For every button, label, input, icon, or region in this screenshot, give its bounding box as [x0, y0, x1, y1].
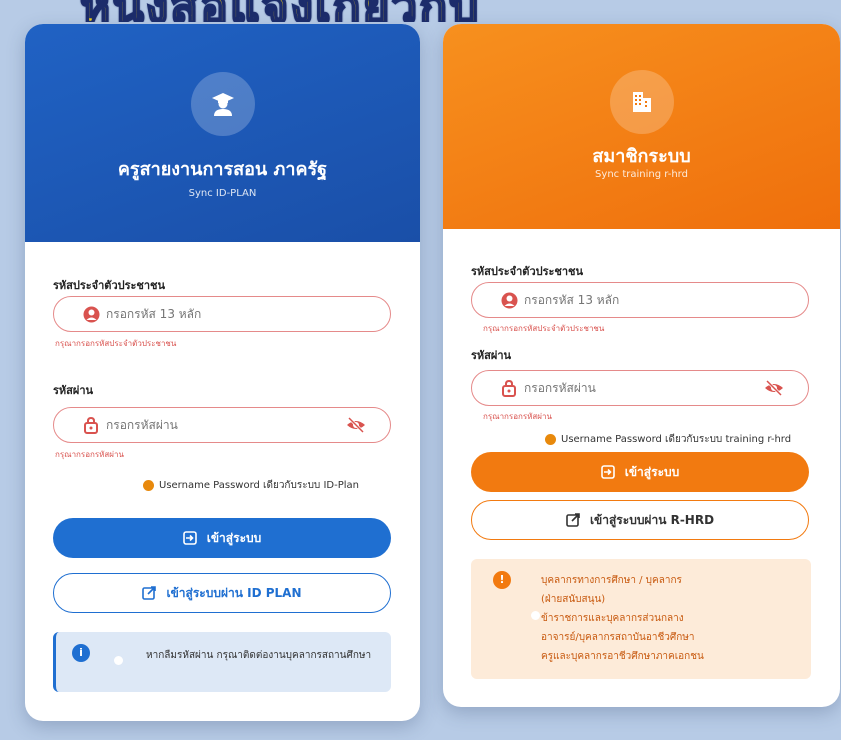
- info-note: Username Password เดียวกับระบบ ID-Plan: [143, 478, 359, 493]
- id-input[interactable]: [524, 293, 724, 307]
- bullet-dot: [531, 611, 540, 620]
- password-label: รหัสผ่าน: [471, 349, 512, 362]
- id-input[interactable]: [106, 307, 306, 321]
- login-id-plan-button[interactable]: เข้าสู่ระบบผ่าน ID PLAN: [53, 573, 391, 613]
- banner-text: หนังสือแจ้งเกี่ยวกับ: [79, 0, 480, 22]
- top-banner: หนังสือแจ้งเกี่ยวกับ: [0, 0, 841, 22]
- info-dot-icon: [143, 480, 154, 491]
- password-error: กรุณากรอกรหัสผ่าน: [483, 412, 552, 421]
- info-line: (ฝ่ายสนับสนุน): [541, 594, 606, 605]
- card-subtitle: Sync ID-PLAN: [188, 188, 257, 199]
- sign-in-icon: [600, 465, 615, 479]
- lock-icon: [82, 416, 100, 434]
- eye-slash-icon[interactable]: [346, 416, 366, 437]
- note-text: Username Password เดียวกับระบบ training …: [561, 434, 792, 445]
- bullet-dot: [114, 656, 123, 665]
- password-field[interactable]: [471, 370, 809, 406]
- info-text: บุคลากรทางการศึกษา / บุคลากร (ฝ่ายสนับสน…: [541, 571, 801, 666]
- info-line: อาจารย์/บุคลากรสถาบันอาชีวศึกษา: [541, 632, 695, 643]
- password-label: รหัสผ่าน: [53, 384, 94, 397]
- password-field[interactable]: [53, 407, 391, 443]
- graduate-user-icon: [190, 72, 255, 136]
- card-title: สมาชิกระบบ: [592, 146, 691, 167]
- user-circle-icon: [500, 291, 518, 309]
- card-subtitle: Sync training r-hrd: [595, 169, 688, 180]
- login-button-label: เข้าสู่ระบบ: [624, 464, 680, 479]
- info-box: ! บุคลากรทางการศึกษา / บุคลากร (ฝ่ายสนับ…: [471, 559, 811, 679]
- password-input[interactable]: [106, 418, 306, 432]
- id-label: รหัสประจำตัวประชาชน: [53, 279, 166, 292]
- info-note: Username Password เดียวกับระบบ training …: [545, 432, 791, 447]
- login-button[interactable]: เข้าสู่ระบบ: [471, 452, 809, 492]
- id-label: รหัสประจำตัวประชาชน: [471, 265, 584, 278]
- user-circle-icon: [82, 305, 100, 323]
- info-icon: i: [72, 644, 90, 662]
- info-line: ครูและบุคลากรอาชีวศึกษาภาคเอกชน: [541, 651, 704, 662]
- id-field[interactable]: [53, 296, 391, 332]
- id-field[interactable]: [471, 282, 809, 318]
- login-card-government-teacher: ครูสายงานการสอน ภาครัฐ Sync ID-PLAN รหัส…: [25, 24, 420, 721]
- external-link-icon: [566, 513, 580, 527]
- login-id-plan-label: เข้าสู่ระบบผ่าน ID PLAN: [166, 585, 302, 600]
- login-r-hrd-label: เข้าสู่ระบบผ่าน R-HRD: [589, 512, 715, 527]
- building-icon: [609, 70, 674, 134]
- sign-in-icon: [182, 531, 197, 545]
- note-text: Username Password เดียวกับระบบ ID-Plan: [159, 480, 359, 491]
- id-error: กรุณากรอกรหัสประจำตัวประชาชน: [55, 339, 177, 348]
- info-box: i หากลืมรหัสผ่าน กรุณาติดต่องานบุคลากรสถ…: [53, 632, 391, 692]
- password-input[interactable]: [524, 381, 724, 395]
- card-header: ครูสายงานการสอน ภาครัฐ Sync ID-PLAN: [25, 24, 420, 242]
- info-line: ข้าราชการและบุคลากรส่วนกลาง: [541, 613, 684, 624]
- card-header: สมาชิกระบบ Sync training r-hrd: [443, 24, 840, 229]
- lock-icon: [500, 379, 518, 397]
- info-text: หากลืมรหัสผ่าน กรุณาติดต่องานบุคลากรสถาน…: [146, 650, 372, 661]
- card-title: ครูสายงานการสอน ภาครัฐ: [117, 159, 328, 180]
- alert-icon: !: [493, 571, 511, 589]
- info-dot-icon: [545, 434, 556, 445]
- info-line: บุคลากรทางการศึกษา / บุคลากร: [541, 575, 682, 586]
- login-button-label: เข้าสู่ระบบ: [206, 530, 262, 545]
- login-r-hrd-button[interactable]: เข้าสู่ระบบผ่าน R-HRD: [471, 500, 809, 540]
- password-error: กรุณากรอกรหัสผ่าน: [55, 450, 124, 459]
- login-button[interactable]: เข้าสู่ระบบ: [53, 518, 391, 558]
- eye-slash-icon[interactable]: [764, 379, 784, 400]
- login-card-system-member: สมาชิกระบบ Sync training r-hrd รหัสประจำ…: [443, 24, 840, 707]
- external-link-icon: [142, 586, 157, 600]
- id-error: กรุณากรอกรหัสประจำตัวประชาชน: [483, 324, 605, 333]
